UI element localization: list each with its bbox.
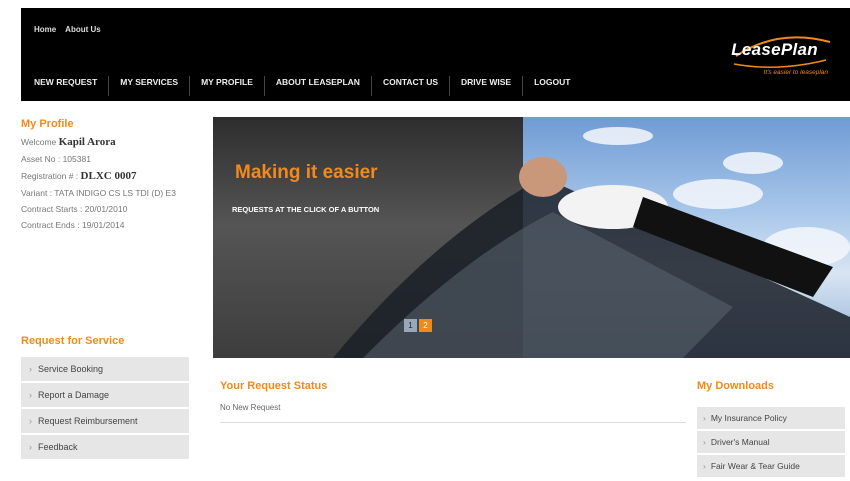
logo-text: LeasePlan bbox=[731, 40, 818, 59]
feedback-link[interactable]: Feedback bbox=[21, 435, 189, 461]
about-us-link[interactable]: About Us bbox=[65, 25, 101, 34]
welcome-label: Welcome bbox=[21, 137, 57, 147]
banner-page-1[interactable]: 1 bbox=[404, 319, 417, 332]
request-status-title: Your Request Status bbox=[220, 380, 328, 392]
nav-new-request[interactable]: NEW REQUEST bbox=[21, 76, 108, 96]
banner-subtitle: REQUESTS AT THE CLICK OF A BUTTON bbox=[232, 205, 380, 214]
vehicle-variant: Variant : TATA INDIGO CS LS TDI (D) E3 bbox=[21, 188, 176, 198]
request-for-service-title: Request for Service bbox=[21, 335, 125, 347]
nav-my-services[interactable]: MY SERVICES bbox=[108, 76, 189, 96]
banner-pagination: 1 2 bbox=[404, 319, 432, 332]
nav-drive-wise[interactable]: DRIVE WISE bbox=[449, 76, 522, 96]
request-status-panel: Your Request Status No New Request bbox=[220, 380, 686, 423]
banner-page-2[interactable]: 2 bbox=[419, 319, 432, 332]
nav-my-profile[interactable]: MY PROFILE bbox=[189, 76, 264, 96]
request-for-service-panel: Request for Service Service Booking Repo… bbox=[21, 335, 189, 461]
main-nav: NEW REQUEST MY SERVICES MY PROFILE ABOUT… bbox=[21, 76, 581, 96]
welcome-line: Welcome Kapil Arora bbox=[21, 136, 191, 148]
nav-logout[interactable]: LOGOUT bbox=[522, 76, 581, 96]
nav-about-leaseplan[interactable]: ABOUT LEASEPLAN bbox=[263, 76, 371, 96]
my-downloads-title: My Downloads bbox=[697, 380, 775, 392]
downloads-list: My Insurance Policy Driver's Manual Fair… bbox=[697, 407, 845, 479]
banner-title: Making it easier bbox=[235, 162, 378, 183]
request-status-message: No New Request bbox=[220, 403, 686, 423]
registration-label: Registration # : bbox=[21, 171, 79, 181]
hero-banner[interactable]: Making it easier REQUESTS AT THE CLICK O… bbox=[213, 117, 850, 358]
registration-number: DLXC 0007 bbox=[80, 170, 137, 182]
drivers-manual-link[interactable]: Driver's Manual bbox=[697, 431, 845, 455]
contract-ends: Contract Ends : 19/01/2014 bbox=[21, 220, 125, 230]
insurance-policy-link[interactable]: My Insurance Policy bbox=[697, 407, 845, 431]
site-header: Home About Us NEW REQUEST MY SERVICES MY… bbox=[21, 8, 850, 101]
request-reimbursement-link[interactable]: Request Reimbursement bbox=[21, 409, 189, 435]
user-name: Kapil Arora bbox=[58, 136, 116, 148]
service-booking-link[interactable]: Service Booking bbox=[21, 357, 189, 383]
wear-tear-guide-link[interactable]: Fair Wear & Tear Guide bbox=[697, 455, 845, 479]
home-link[interactable]: Home bbox=[34, 25, 56, 34]
top-links: Home About Us bbox=[34, 25, 108, 34]
car-windshield-icon bbox=[333, 157, 850, 358]
my-profile-panel: My Profile Welcome Kapil Arora Asset No … bbox=[21, 118, 191, 230]
nav-contact-us[interactable]: CONTACT US bbox=[370, 76, 449, 96]
registration-line: Registration # : DLXC 0007 bbox=[21, 170, 191, 182]
report-damage-link[interactable]: Report a Damage bbox=[21, 383, 189, 409]
contract-starts: Contract Starts : 20/01/2010 bbox=[21, 204, 128, 214]
my-profile-title: My Profile bbox=[21, 118, 74, 130]
leaseplan-logo[interactable]: LeasePlan It's easier to leaseplan bbox=[718, 26, 840, 86]
logo-tagline: It's easier to leaseplan bbox=[763, 69, 828, 76]
asset-number: Asset No : 105381 bbox=[21, 154, 91, 164]
my-downloads-panel: My Downloads My Insurance Policy Driver'… bbox=[697, 380, 845, 479]
request-menu: Service Booking Report a Damage Request … bbox=[21, 357, 189, 461]
